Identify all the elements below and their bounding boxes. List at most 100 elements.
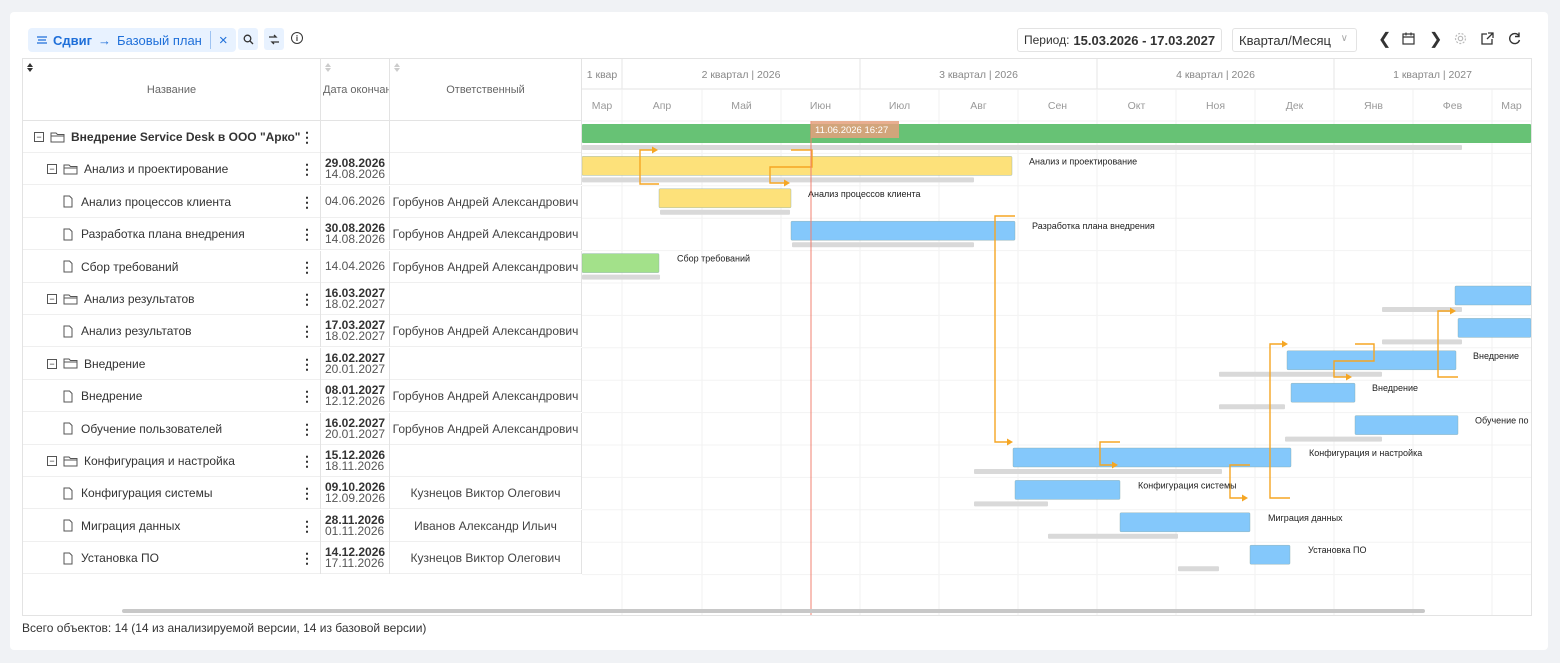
responsible-cell: Горбунов Андрей Александрович [390,315,582,348]
export-icon[interactable] [1481,32,1494,45]
table-row[interactable]: − Внедрение Service Desk в ООО "Арко" ⋮ [23,121,582,153]
row-menu-icon[interactable]: ⋮ [300,194,314,210]
table-row[interactable]: Анализ результатов ⋮ 17.03.2027 18.02.2027 Г… [23,315,582,348]
table-row[interactable]: Разработка плана внедрения ⋮ 30.08.2026 14.… [23,218,582,251]
table-row[interactable]: Обучение пользователей ⋮ 16.02.2027 20.01.2… [23,412,582,445]
baseline-bar [582,145,1462,150]
sort-icon[interactable] [27,63,33,73]
close-icon[interactable]: × [219,32,228,49]
task-bar [582,124,1531,143]
task-name-cell[interactable]: − Конфигурация и настройка ⋮ [23,445,321,477]
collapse-toggle-icon[interactable]: − [47,294,57,304]
row-menu-icon[interactable]: ⋮ [300,356,314,372]
task-name-cell[interactable]: Обучение пользователей ⋮ [23,412,321,445]
task-name-cell[interactable]: Конфигурация системы ⋮ [23,477,321,510]
row-menu-icon[interactable]: ⋮ [300,421,314,437]
bar-label: Разработка плана внедрения [1032,221,1155,231]
row-menu-icon[interactable]: ⋮ [300,323,314,339]
table-row[interactable]: Миграция данных ⋮ 28.11.2026 01.11.2026 Иван… [23,509,582,542]
task-name-cell[interactable]: − Анализ и проектирование ⋮ [23,153,321,186]
table-row[interactable]: Анализ процессов клиента ⋮ 04.06.2026 Горбу… [23,185,582,218]
date-cell: 16.02.2027 20.01.2027 [321,412,390,445]
row-menu-icon[interactable]: ⋮ [300,129,314,145]
baseline-bar [582,274,660,280]
sort-icon[interactable] [394,63,400,73]
baseline-bar [1285,436,1382,442]
row-menu-icon[interactable]: ⋮ [300,161,314,177]
task-name-cell[interactable]: Миграция данных ⋮ [23,509,321,542]
baseline-date: 18.02.2027 [325,329,386,344]
column-header-date[interactable]: Дата окончан [321,59,390,121]
gear-icon[interactable] [1454,32,1467,45]
baseline-date: 12.12.2026 [325,394,386,409]
baseline-date: 14.04.2026 [325,259,386,274]
gantt-chart: 1 квар 2 квартал | 2026 3 квартал | 2026 4 … [582,59,1531,615]
baseline-bar [974,501,1048,507]
task-bar [1249,545,1291,565]
task-bar [658,188,792,209]
document-icon [63,325,73,338]
row-menu-icon[interactable]: ⋮ [300,518,314,534]
task-name-cell[interactable]: − Анализ результатов ⋮ [23,283,321,315]
task-name-cell[interactable]: Внедрение ⋮ [23,380,321,413]
task-name-cell[interactable]: Сбор требований ⋮ [23,250,321,283]
refresh-icon[interactable] [1508,32,1521,45]
row-menu-icon[interactable]: ⋮ [300,550,314,566]
row-menu-icon[interactable]: ⋮ [300,226,314,242]
collapse-toggle-icon[interactable]: − [47,358,57,369]
row-menu-icon[interactable]: ⋮ [300,259,314,275]
task-name-cell[interactable]: Разработка плана внедрения ⋮ [23,218,321,251]
version-compare-chip[interactable]: Сдвиг → Базовый план × [28,28,236,52]
task-name-cell[interactable]: Анализ результатов ⋮ [23,315,321,348]
calendar-icon[interactable] [1402,32,1415,45]
info-icon[interactable]: i [291,32,303,44]
responsible-cell [390,121,582,153]
table-row[interactable]: − Конфигурация и настройка ⋮ 15.12.2026 18.1… [23,445,582,477]
chevron-left-icon[interactable]: ❮ [1378,29,1391,49]
month-label: Дек [1286,100,1304,112]
sort-icon[interactable] [325,63,331,73]
search-button[interactable] [238,28,258,50]
month-label: Мар [592,100,613,112]
task-name-cell[interactable]: − Внедрение Service Desk в ООО "Арко" ⋮ [23,121,321,153]
collapse-toggle-icon[interactable]: − [47,456,57,466]
task-name-cell[interactable]: − Внедрение ⋮ [23,347,321,380]
responsible-cell: Горбунов Андрей Александрович [390,250,582,283]
row-menu-icon[interactable]: ⋮ [300,453,314,469]
link-toggle-button[interactable] [264,28,284,50]
date-cell: 16.02.2027 20.01.2027 [321,347,390,380]
baseline-date: 12.09.2026 [325,491,386,506]
table-row[interactable]: Установка ПО ⋮ 14.12.2026 17.11.2026 Кузнецо… [23,542,582,575]
task-name: Разработка плана внедрения [81,227,245,242]
responsible-cell: Кузнецов Виктор Олегович [390,477,582,510]
bar-label: Внедрение [1372,383,1418,393]
period-selector[interactable]: Период: 15.03.2026 - 17.03.2027 [1017,28,1223,52]
table-row[interactable]: − Анализ результатов ⋮ 16.03.2027 18.02.2027 [23,283,582,315]
table-row[interactable]: Сбор требований ⋮ 14.04.2026 Горбунов Андре… [23,250,582,283]
scale-select[interactable]: Квартал/Месяц ∨ [1232,28,1357,52]
task-name-cell[interactable]: Анализ процессов клиента ⋮ [23,185,321,218]
period-label: Период: [1024,33,1070,47]
document-icon [63,390,73,403]
table-row[interactable]: Внедрение ⋮ 08.01.2027 12.12.2026 Горбунов А… [23,380,582,413]
collapse-toggle-icon[interactable]: − [34,132,44,142]
task-name: Анализ процессов клиента [81,194,232,209]
column-header-responsible[interactable]: Ответственный [390,59,582,121]
task-name-cell[interactable]: Установка ПО ⋮ [23,542,321,575]
chevron-right-icon[interactable]: ❯ [1429,29,1442,49]
column-header-name[interactable]: Название [23,59,321,121]
row-menu-icon[interactable]: ⋮ [300,291,314,307]
table-row[interactable]: − Анализ и проектирование ⋮ 29.08.2026 14.08… [23,153,582,186]
folder-icon [63,358,78,369]
document-icon [63,552,73,565]
task-name: Миграция данных [81,518,181,533]
collapse-toggle-icon[interactable]: − [47,164,57,175]
horizontal-scrollbar[interactable] [122,609,1425,613]
row-menu-icon[interactable]: ⋮ [300,388,314,404]
date-cell: 15.12.2026 18.11.2026 [321,445,390,477]
row-menu-icon[interactable]: ⋮ [300,485,314,501]
table-row[interactable]: − Внедрение ⋮ 16.02.2027 20.01.2027 [23,347,582,380]
table-row[interactable]: Конфигурация системы ⋮ 09.10.2026 12.09.202… [23,477,582,510]
month-label: Сен [1048,100,1067,112]
responsible-cell [390,153,582,186]
